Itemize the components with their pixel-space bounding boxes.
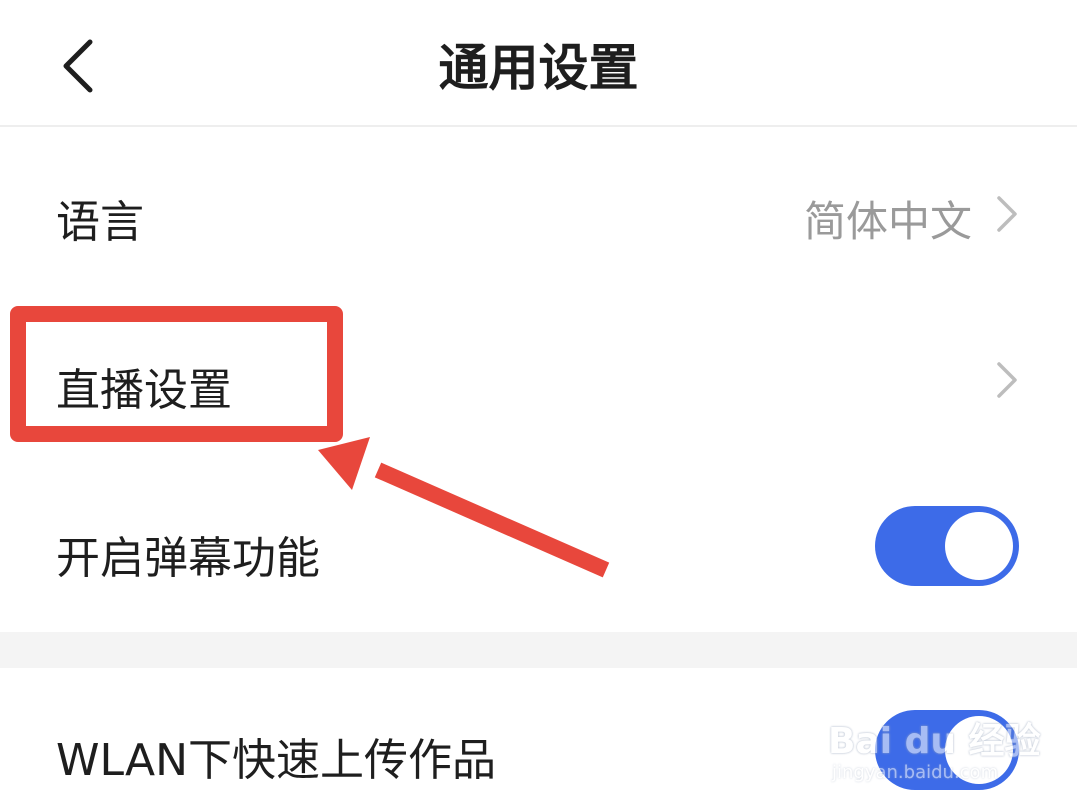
annotation-highlight-box — [10, 306, 343, 442]
danmaku-toggle[interactable] — [875, 506, 1019, 586]
danmaku-label: 开启弹幕功能 — [56, 533, 320, 584]
language-value: 简体中文 — [803, 197, 972, 246]
chevron-right-icon — [997, 362, 1017, 398]
danmaku-row: 开启弹幕功能 — [0, 464, 1077, 632]
wlan-upload-row: WLAN下快速上传作品 — [0, 668, 1077, 807]
language-row[interactable]: 语言 简体中文 — [0, 128, 1077, 298]
toggle-knob — [945, 716, 1013, 784]
top-bar: 通用设置 — [0, 0, 1077, 127]
chevron-right-icon — [997, 196, 1017, 232]
wlan-upload-toggle[interactable] — [875, 710, 1019, 790]
wlan-upload-label: WLAN下快速上传作品 — [56, 735, 497, 786]
section-divider — [0, 632, 1077, 668]
toggle-knob — [945, 512, 1013, 580]
page-title: 通用设置 — [438, 39, 639, 97]
language-label: 语言 — [56, 197, 144, 248]
